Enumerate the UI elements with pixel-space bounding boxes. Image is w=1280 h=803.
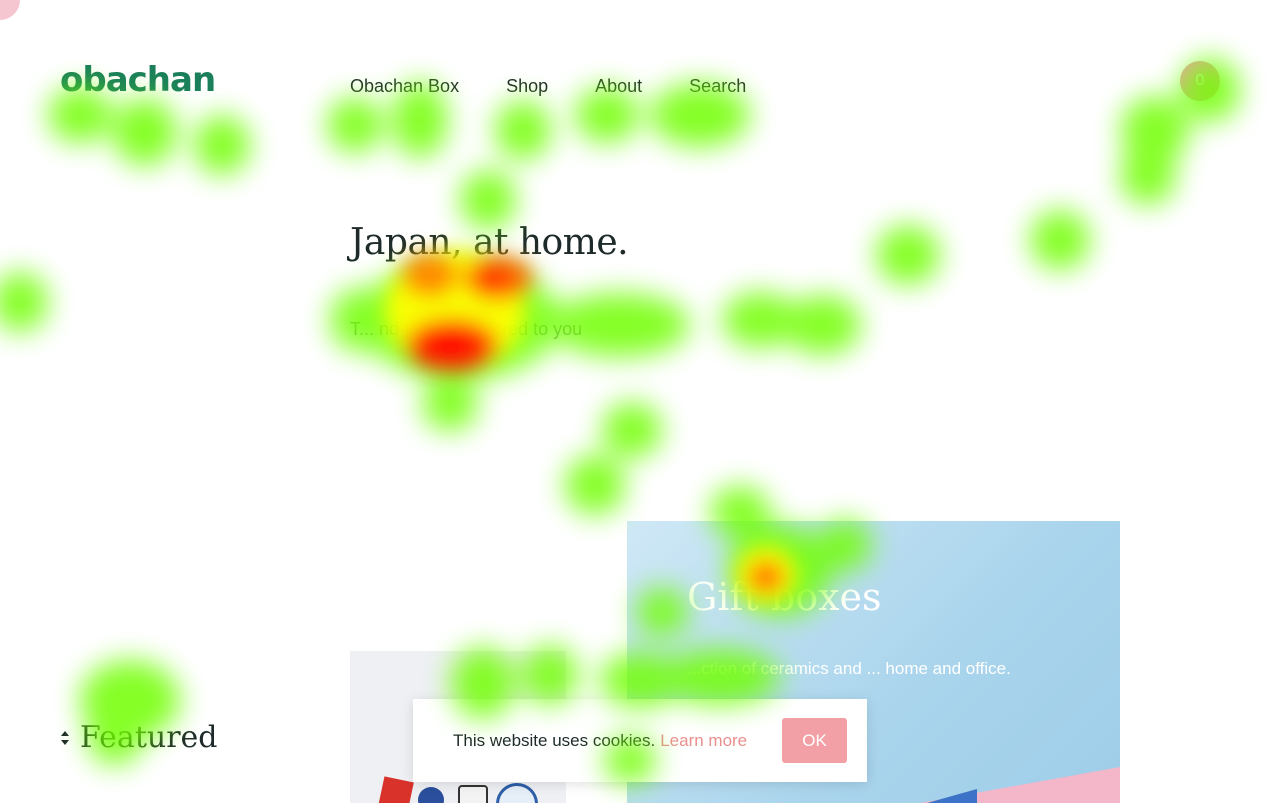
product-image-red-item xyxy=(376,776,414,803)
product-image-pattern-item xyxy=(458,785,488,803)
nav-item-shop[interactable]: Shop xyxy=(506,74,548,98)
nav-item-about[interactable]: About xyxy=(595,74,642,98)
main-nav: Obachan Box Shop About Search xyxy=(350,74,793,98)
hero-title: Japan, at home. xyxy=(350,222,629,263)
nav-item-obachan-box[interactable]: Obachan Box xyxy=(350,74,459,98)
sort-icon xyxy=(61,730,69,745)
card-decoration-blue xyxy=(927,789,977,803)
featured-sort[interactable]: Featured xyxy=(60,720,218,755)
gift-box-card-text: ...ction of ceramics and ... home and of… xyxy=(687,659,1011,678)
corner-decoration xyxy=(0,0,20,20)
product-image-blue-plate xyxy=(418,787,444,803)
cart-button[interactable]: 0 xyxy=(1180,61,1220,101)
cart-count: 0 xyxy=(1195,72,1205,89)
logo[interactable]: obachan xyxy=(60,60,216,100)
gift-box-card-title: Gift boxes xyxy=(687,575,882,619)
cookie-banner: This website uses cookies. Learn more OK xyxy=(413,699,867,782)
cookie-text: This website uses cookies. xyxy=(453,730,656,750)
product-image-patterned-plate xyxy=(496,783,538,803)
featured-label: Featured xyxy=(80,720,218,755)
nav-item-search[interactable]: Search xyxy=(689,74,746,98)
cookie-ok-button[interactable]: OK xyxy=(782,718,847,763)
hero-subtitle: T... nd-picked a... ered to you xyxy=(350,319,583,339)
cookie-learn-more-link[interactable]: Learn more xyxy=(660,731,747,751)
